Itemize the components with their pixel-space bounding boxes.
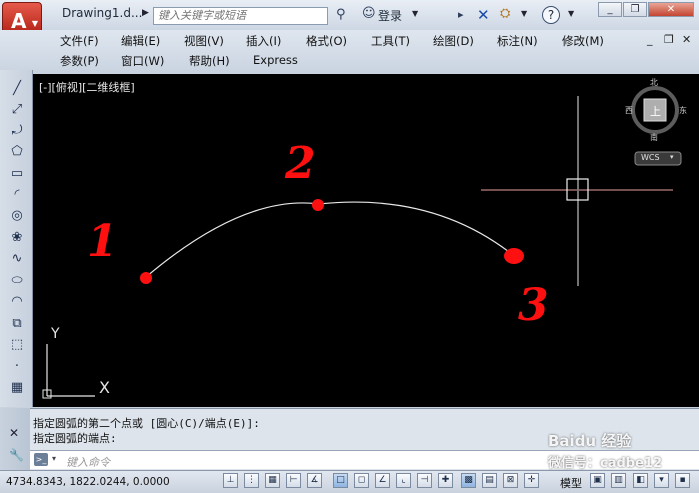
model-space-button[interactable]: 模型 — [560, 475, 582, 491]
chevron-down-icon[interactable]: ▼ — [568, 9, 574, 18]
arrow-right-icon[interactable]: ▸ — [458, 8, 464, 21]
infer-constraints-icon[interactable]: ⊥ — [223, 473, 238, 488]
menu-edit[interactable]: 编辑(E) — [121, 33, 160, 49]
polyline-icon[interactable]: ⤾ — [8, 122, 26, 140]
chevron-down-icon[interactable]: ▼ — [521, 9, 527, 18]
arc-start-marker — [140, 272, 152, 284]
canvas-graphics — [42, 86, 682, 399]
dynamic-ucs-icon[interactable]: ⌞ — [396, 473, 411, 488]
annotation-2: 2 — [285, 138, 316, 189]
menu-tools[interactable]: 工具(T) — [371, 33, 410, 49]
viewcube-east: 东 — [679, 106, 687, 115]
doc-restore-button[interactable]: ❐ — [664, 33, 674, 46]
polar-tracking-icon[interactable]: ∡ — [307, 473, 322, 488]
command-input-placeholder: 键入命令 — [66, 456, 110, 469]
selection-cycling-icon[interactable]: ⊠ — [503, 473, 518, 488]
3d-object-snap-icon[interactable]: ◻ — [354, 473, 369, 488]
ortho-mode-icon[interactable]: ⊢ — [286, 473, 301, 488]
command-history-line: 指定圆弧的第二个点或 [圆心(C)/端点(E)]: — [33, 417, 260, 430]
rectangle-icon[interactable]: ▭ — [8, 165, 26, 183]
chevron-down-icon[interactable]: ▾ — [52, 454, 56, 463]
line-icon[interactable]: ╱ — [8, 80, 26, 98]
snap-mode-icon[interactable]: ⋮ — [244, 473, 259, 488]
baidu-watermark: Baidu 经验 — [548, 432, 632, 450]
menu-file[interactable]: 文件(F) — [60, 33, 99, 49]
draw-toolbar: ╱ ⤢ ⤾ ⬠ ▭ ◜ ◎ ❀ ∿ ⬭ ◠ ⧉ ⬚ · ▦ — [0, 70, 33, 407]
menu-window[interactable]: 窗口(W) — [121, 53, 164, 69]
menu-dimension[interactable]: 标注(N) — [497, 33, 538, 49]
doc-minimize-button[interactable]: _ — [647, 33, 653, 46]
quick-view-drawings-icon[interactable]: ▥ — [611, 473, 626, 488]
binoculars-icon[interactable]: ⚲ — [336, 7, 346, 22]
menu-express[interactable]: Express — [253, 53, 298, 67]
lineweight-icon[interactable]: ✚ — [438, 473, 453, 488]
point-icon[interactable]: · — [8, 358, 26, 376]
exchange-icon[interactable]: ✕ — [477, 6, 490, 24]
arc-entity[interactable] — [145, 201, 514, 278]
wcs-label[interactable]: WCS — [641, 153, 660, 162]
viewcube-north: 北 — [650, 78, 658, 87]
menu-format[interactable]: 格式(O) — [306, 33, 347, 49]
close-button[interactable]: ✕ — [648, 2, 694, 17]
toolbar-lock-icon[interactable]: ▪ — [675, 473, 690, 488]
polygon-icon[interactable]: ⬠ — [8, 143, 26, 161]
object-snap-icon[interactable]: □ — [333, 473, 348, 488]
stay-connected-icon[interactable]: ⛭ — [500, 6, 510, 21]
drawing-canvas[interactable]: [-][俯视][二维线框] 北 南 东 西 上 WCS ▾ Y X 1 2 3 — [33, 74, 699, 407]
close-icon[interactable]: ✕ — [9, 426, 19, 440]
hatch-icon[interactable]: ▦ — [8, 379, 26, 397]
minimize-button[interactable]: _ — [598, 2, 622, 17]
annotation-1: 1 — [87, 216, 118, 267]
pan-icon[interactable]: ◧ — [633, 473, 648, 488]
menu-help[interactable]: 帮助(H) — [189, 53, 230, 69]
spline-icon[interactable]: ∿ — [8, 250, 26, 268]
make-block-icon[interactable]: ⬚ — [8, 336, 26, 354]
cursor-coordinates[interactable]: 4734.8343, 1822.0244, 0.0000 — [6, 476, 170, 488]
circle-icon[interactable]: ◎ — [8, 207, 26, 225]
chevron-down-icon[interactable]: ▼ — [412, 9, 418, 18]
ellipse-icon[interactable]: ⬭ — [8, 272, 26, 290]
transparency-icon[interactable]: ▩ — [461, 473, 476, 488]
grid-display-icon[interactable]: ▦ — [265, 473, 280, 488]
ellipse-arc-icon[interactable]: ◠ — [8, 293, 26, 311]
arc-second-point-marker — [312, 199, 324, 211]
ucs-y-label: Y — [51, 326, 60, 342]
help-button[interactable]: ? — [542, 6, 560, 24]
ucs-x-label: X — [99, 378, 110, 397]
document-title: Drawing1.d... — [62, 6, 143, 20]
arc-icon[interactable]: ◜ — [8, 186, 26, 204]
search-input[interactable] — [153, 7, 328, 25]
revision-cloud-icon[interactable]: ❀ — [8, 229, 26, 247]
wechat-watermark: 微信号：cadbe12 — [548, 456, 662, 471]
chevron-down-icon[interactable]: ▾ — [670, 153, 674, 161]
viewcube-south: 南 — [650, 133, 658, 142]
chevron-down-icon: ▼ — [31, 19, 38, 28]
dynamic-input-icon[interactable]: ⊣ — [417, 473, 432, 488]
command-history-line: 指定圆弧的端点: — [33, 432, 117, 445]
quick-properties-icon[interactable]: ▤ — [482, 473, 497, 488]
menu-modify[interactable]: 修改(M) — [562, 33, 604, 49]
menu-parametric[interactable]: 参数(P) — [60, 53, 99, 69]
menu-draw[interactable]: 绘图(D) — [433, 33, 474, 49]
viewcube-west: 西 — [625, 106, 633, 115]
object-snap-tracking-icon[interactable]: ∠ — [375, 473, 390, 488]
construction-line-icon[interactable]: ⤢ — [8, 101, 26, 119]
insert-block-icon[interactable]: ⧉ — [8, 315, 26, 333]
menu-view[interactable]: 视图(V) — [184, 33, 224, 49]
workspace-switching-icon[interactable]: ▾ — [654, 473, 669, 488]
title-expand-icon[interactable]: ▶ — [142, 8, 149, 18]
wrench-icon[interactable]: 🔧 — [9, 448, 24, 462]
arc-end-marker — [504, 248, 524, 264]
command-prompt-icon[interactable]: >_ — [34, 453, 48, 466]
restore-button[interactable]: ❐ — [623, 2, 647, 17]
command-window-handle: ✕ 🔧 — [0, 408, 30, 470]
menu-insert[interactable]: 插入(I) — [246, 33, 281, 49]
quick-view-layouts-icon[interactable]: ▣ — [590, 473, 605, 488]
doc-close-button[interactable]: ✕ — [682, 33, 691, 46]
viewcube-face-label[interactable]: 上 — [650, 103, 661, 119]
user-icon[interactable]: ☺ — [362, 6, 376, 21]
annotation-3: 3 — [518, 280, 549, 331]
annotation-monitor-icon[interactable]: ✛ — [524, 473, 539, 488]
login-button[interactable]: 登录 — [378, 7, 402, 24]
